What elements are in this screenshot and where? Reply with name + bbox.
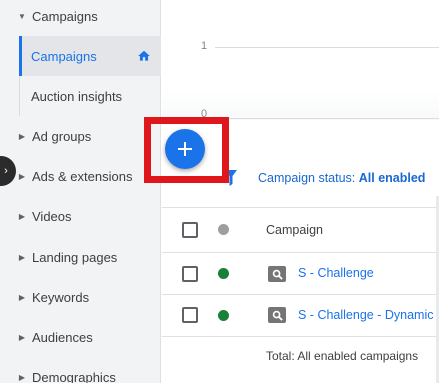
plus-icon — [178, 142, 192, 156]
sidebar-item-campaigns-group[interactable]: ▼ Campaigns — [0, 0, 161, 36]
table-top-border — [162, 207, 439, 208]
sidebar-item-label: Auction insights — [31, 88, 123, 104]
home-icon — [138, 50, 150, 61]
sidebar-item-label: Keywords — [32, 289, 90, 305]
chart-gridline — [215, 47, 439, 48]
sidebar-item-campaigns[interactable]: Campaigns — [19, 36, 161, 76]
sidebar-item-demographics[interactable]: ▶ Demographics — [0, 357, 161, 383]
chevron-right-icon: › — [4, 165, 8, 177]
caret-right-icon: ▶ — [18, 372, 26, 382]
table-header-border — [162, 252, 439, 253]
sidebar-item-label: Landing pages — [32, 249, 118, 265]
sidebar-item-auction-insights[interactable]: Auction insights — [19, 76, 161, 116]
caret-right-icon: ▶ — [18, 171, 26, 181]
new-campaign-button[interactable] — [165, 129, 205, 169]
campaign-status-filter[interactable]: Campaign status: All enabled — [258, 171, 425, 185]
sidebar-item-keywords[interactable]: ▶ Keywords — [0, 277, 161, 317]
select-all-checkbox[interactable] — [182, 222, 198, 238]
sidebar-item-ad-groups[interactable]: ▶ Ad groups — [0, 116, 161, 156]
column-header-campaign[interactable]: Campaign — [266, 223, 323, 237]
sidebar-item-ads-extensions[interactable]: ▶ Ads & extensions — [0, 156, 161, 196]
sidebar-item-label: Demographics — [32, 369, 116, 383]
sidebar-item-label: Ads & extensions — [32, 168, 133, 184]
sidebar-item-label: Audiences — [32, 329, 93, 345]
campaign-name-link[interactable]: S - Challenge - Dynamic — [298, 308, 433, 322]
enabled-status-dot — [218, 310, 229, 321]
y-axis-tick-label: 1 — [201, 40, 208, 52]
search-campaign-icon — [268, 307, 286, 323]
sidebar-item-audiences[interactable]: ▶ Audiences — [0, 317, 161, 357]
caret-right-icon: ▶ — [18, 131, 26, 141]
caret-right-icon: ▶ — [18, 211, 26, 221]
sidebar-item-landing-pages[interactable]: ▶ Landing pages — [0, 237, 161, 277]
row-checkbox[interactable] — [182, 307, 198, 323]
table-row-border — [162, 336, 439, 337]
sidebar-item-label: Campaigns — [31, 48, 97, 64]
table-total-row: Total: All enabled campaigns — [266, 349, 419, 363]
caret-right-icon: ▶ — [18, 332, 26, 342]
status-header-dot — [218, 224, 229, 235]
caret-right-icon: ▶ — [18, 252, 26, 262]
table-row-border — [162, 294, 439, 295]
campaign-name-link[interactable]: S - Challenge — [298, 266, 374, 280]
row-checkbox[interactable] — [182, 266, 198, 282]
filter-value: All enabled — [358, 171, 426, 185]
caret-right-icon: ▶ — [18, 292, 26, 302]
sidebar-nav: ▼ Campaigns Campaigns Auction insights ▶… — [0, 0, 161, 383]
sidebar-item-label: Campaigns — [32, 8, 98, 24]
search-campaign-icon — [268, 266, 286, 282]
enabled-status-dot — [218, 268, 229, 279]
sidebar-item-label: Ad groups — [32, 128, 92, 144]
sidebar-item-videos[interactable]: ▶ Videos — [0, 196, 161, 236]
filter-prefix: Campaign status: — [258, 171, 359, 185]
sidebar-item-label: Videos — [32, 208, 72, 224]
caret-down-icon: ▼ — [18, 11, 26, 21]
